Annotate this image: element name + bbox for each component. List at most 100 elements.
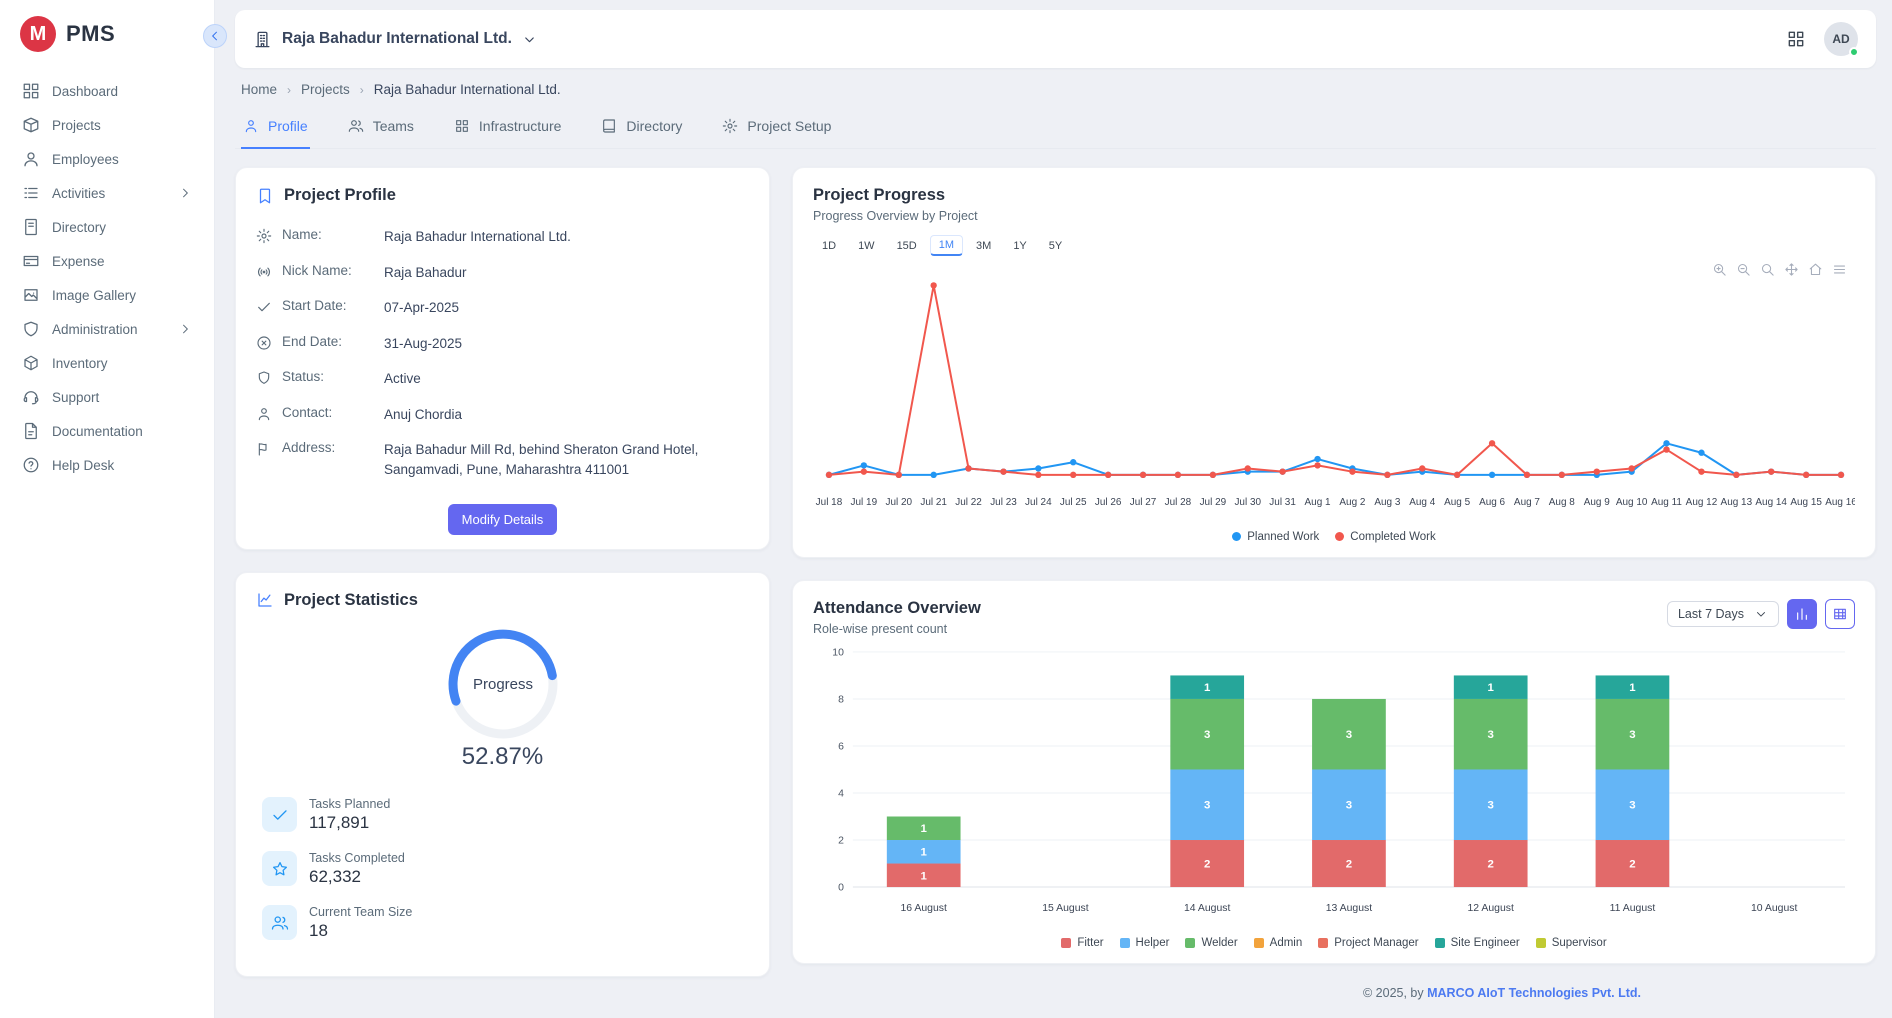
field-label: Name: <box>282 227 374 242</box>
tab-project-setup[interactable]: Project Setup <box>720 107 833 149</box>
legend-item[interactable]: Helper <box>1120 937 1170 949</box>
sidebar-item-label: Employees <box>52 152 119 167</box>
range-button-1m[interactable]: 1M <box>930 235 963 256</box>
sidebar-item-image-gallery[interactable]: Image Gallery <box>10 280 204 310</box>
sidebar-item-label: Expense <box>52 254 105 269</box>
tab-label: Infrastructure <box>479 118 561 134</box>
chevron-down-icon <box>1754 607 1768 621</box>
sidebar-item-help-desk[interactable]: Help Desk <box>10 450 204 480</box>
select-value: Last 7 Days <box>1678 607 1744 621</box>
main-content: Raja Bahadur International Ltd. AD Home ›… <box>215 0 1892 1018</box>
stat-label: Tasks Completed <box>309 851 405 865</box>
bookmark-icon <box>256 187 274 205</box>
breadcrumb-item[interactable]: Home <box>241 82 277 97</box>
modify-details-button[interactable]: Modify Details <box>448 504 558 535</box>
legend-item[interactable]: Welder <box>1185 937 1237 949</box>
range-button-15d[interactable]: 15D <box>888 235 926 256</box>
range-button-1y[interactable]: 1Y <box>1004 235 1035 256</box>
bar-view-button[interactable] <box>1787 599 1817 629</box>
grid-icon[interactable] <box>1786 29 1806 49</box>
sidebar-item-label: Activities <box>52 186 105 201</box>
svg-text:Aug 12: Aug 12 <box>1686 497 1718 508</box>
home-icon[interactable] <box>1808 262 1823 277</box>
footer-text: © 2025, by <box>1363 986 1427 1000</box>
svg-text:2: 2 <box>838 835 844 846</box>
range-button-1d[interactable]: 1D <box>813 235 845 256</box>
table-view-button[interactable] <box>1825 599 1855 629</box>
check-icon <box>256 299 272 315</box>
legend-label: Helper <box>1136 937 1170 949</box>
pan-icon[interactable] <box>1784 262 1799 277</box>
sidebar-item-projects[interactable]: Projects <box>10 110 204 140</box>
svg-text:4: 4 <box>838 788 844 799</box>
menu-icon[interactable] <box>1832 262 1847 277</box>
breadcrumb: Home›Projects›Raja Bahadur International… <box>241 82 1870 97</box>
autoscale-icon[interactable] <box>1760 262 1775 277</box>
card-title: Project Profile <box>256 186 749 205</box>
tab-profile[interactable]: Profile <box>241 107 310 149</box>
legend-item[interactable]: Project Manager <box>1318 937 1418 949</box>
svg-text:3: 3 <box>1629 729 1635 741</box>
tab-infrastructure[interactable]: Infrastructure <box>452 107 563 149</box>
svg-text:1: 1 <box>921 823 928 835</box>
sidebar-item-directory[interactable]: Directory <box>10 212 204 242</box>
sidebar-item-administration[interactable]: Administration <box>10 314 204 344</box>
sidebar-item-documentation[interactable]: Documentation <box>10 416 204 446</box>
sidebar-item-expense[interactable]: Expense <box>10 246 204 276</box>
attendance-chart[interactable]: 024681011116 August15 August233114 Augus… <box>813 636 1855 935</box>
sidebar-item-label: Directory <box>52 220 106 235</box>
stat-item: Tasks Completed62,332 <box>262 851 749 887</box>
sidebar: M PMS DashboardProjectsEmployeesActiviti… <box>0 0 215 1018</box>
profile-field: Address:Raja Bahadur Mill Rd, behind She… <box>256 432 749 487</box>
avatar-initials: AD <box>1832 32 1849 46</box>
sidebar-item-dashboard[interactable]: Dashboard <box>10 76 204 106</box>
sidebar-item-support[interactable]: Support <box>10 382 204 412</box>
tab-directory[interactable]: Directory <box>599 107 684 149</box>
legend-item[interactable]: Admin <box>1254 937 1303 949</box>
date-range-select[interactable]: Last 7 Days <box>1667 601 1779 627</box>
svg-text:Jul 21: Jul 21 <box>920 497 947 508</box>
svg-text:6: 6 <box>838 741 844 752</box>
legend-item[interactable]: Fitter <box>1061 937 1103 949</box>
svg-text:Aug 16: Aug 16 <box>1825 497 1855 508</box>
svg-text:Jul 27: Jul 27 <box>1130 497 1157 508</box>
breadcrumb-separator: › <box>287 83 291 97</box>
svg-text:3: 3 <box>1488 729 1494 741</box>
range-button-3m[interactable]: 3M <box>967 235 1000 256</box>
company-selector[interactable]: Raja Bahadur International Ltd. <box>253 30 537 49</box>
svg-text:Jul 19: Jul 19 <box>851 497 878 508</box>
sidebar-item-employees[interactable]: Employees <box>10 144 204 174</box>
sidebar-item-activities[interactable]: Activities <box>10 178 204 208</box>
zoom-out-icon[interactable] <box>1736 262 1751 277</box>
range-button-5y[interactable]: 5Y <box>1040 235 1071 256</box>
tab-teams[interactable]: Teams <box>346 107 416 149</box>
legend-item[interactable]: Planned Work <box>1232 531 1319 543</box>
legend-swatch <box>1254 938 1264 948</box>
field-label: Status: <box>282 369 374 384</box>
svg-text:12 August: 12 August <box>1467 903 1514 914</box>
profile-field: Nick Name:Raja Bahadur <box>256 255 749 291</box>
range-button-1w[interactable]: 1W <box>849 235 884 256</box>
avatar[interactable]: AD <box>1824 22 1858 56</box>
stat-items: Tasks Planned117,891Tasks Completed62,33… <box>256 797 749 941</box>
sidebar-collapse-button[interactable] <box>203 24 227 48</box>
field-label: Address: <box>282 440 374 455</box>
apps-grid-button[interactable] <box>1786 29 1806 49</box>
legend-item[interactable]: Supervisor <box>1536 937 1607 949</box>
card-title-text: Project Profile <box>284 186 396 205</box>
field-value: 07-Apr-2025 <box>384 298 459 318</box>
svg-text:10: 10 <box>832 647 844 658</box>
project-progress-chart[interactable]: Jul 18Jul 19Jul 20Jul 21Jul 22Jul 23Jul … <box>813 260 1855 529</box>
legend-item[interactable]: Completed Work <box>1335 531 1435 543</box>
svg-text:1: 1 <box>921 870 928 882</box>
chart-legend: Fitter Helper Welder Admin Project Manager Si… <box>813 937 1855 949</box>
svg-text:3: 3 <box>1204 729 1210 741</box>
inventory-icon <box>22 354 40 372</box>
field-value: 31-Aug-2025 <box>384 334 462 354</box>
breadcrumb-item[interactable]: Projects <box>301 82 350 97</box>
zoom-in-icon[interactable] <box>1712 262 1727 277</box>
legend-item[interactable]: Site Engineer <box>1435 937 1520 949</box>
footer-link[interactable]: MARCO AIoT Technologies Pvt. Ltd. <box>1427 986 1641 1000</box>
svg-text:2: 2 <box>1346 858 1352 870</box>
sidebar-item-inventory[interactable]: Inventory <box>10 348 204 378</box>
